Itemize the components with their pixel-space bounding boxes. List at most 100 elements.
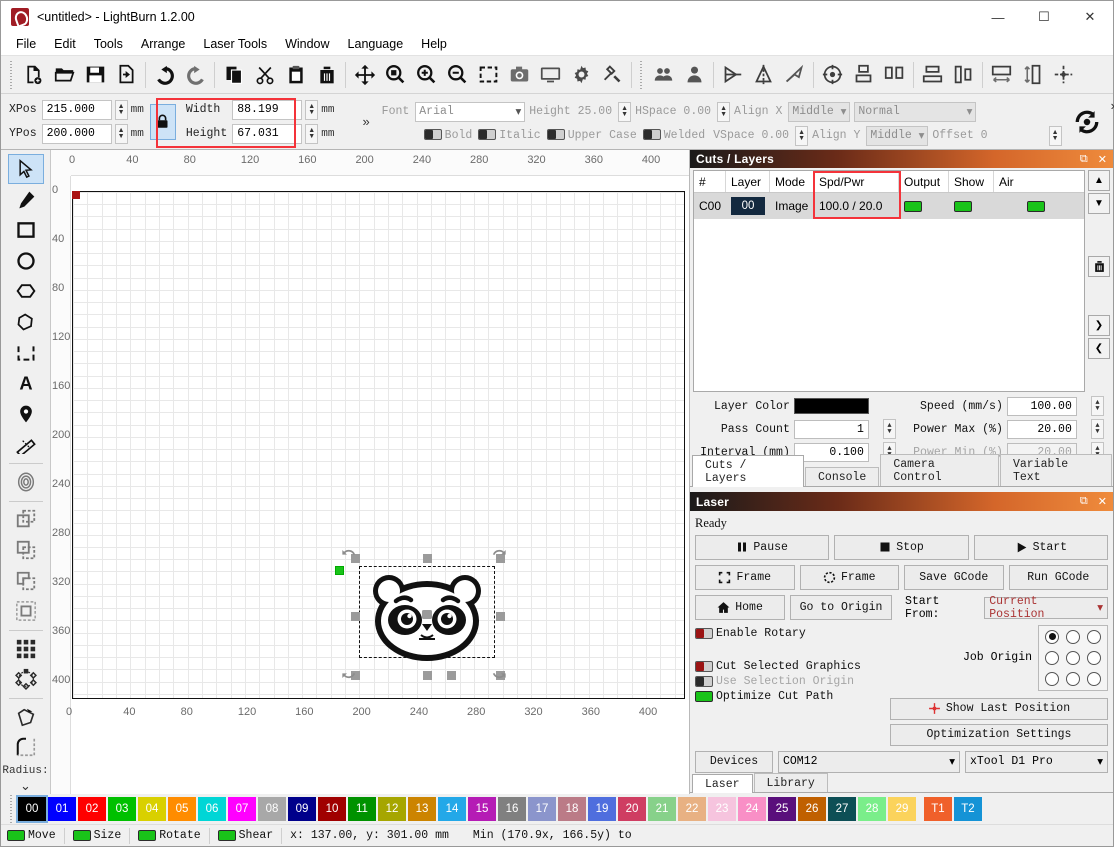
xpos-input[interactable]: 215.000 [41, 99, 112, 120]
zoom-in-icon[interactable] [411, 59, 442, 91]
pause-button[interactable]: Pause [695, 534, 830, 560]
menu-tools[interactable]: Tools [85, 35, 132, 53]
palette-swatch-22[interactable]: 22 [678, 797, 706, 821]
job-origin-top-left[interactable] [1045, 629, 1059, 644]
move-down-icon[interactable]: ▼ [1088, 193, 1110, 215]
palette-swatch-17[interactable]: 17 [528, 797, 556, 821]
italic-toggle[interactable]: Italic [478, 129, 542, 142]
palette-swatch-11[interactable]: 11 [348, 797, 376, 821]
rotate-icon[interactable] [779, 59, 810, 91]
design-canvas[interactable]: 0 40 80 120 160 200 240 280 320 360 400 0 40 80 120 16… [51, 150, 689, 794]
optimization-settings-button[interactable]: Optimization Settings [890, 723, 1108, 746]
distribute-h-icon[interactable] [917, 59, 948, 91]
power-max-spinner[interactable]: ▲ ▼ [1091, 419, 1104, 440]
grid-array-tool[interactable] [8, 634, 44, 664]
menu-laser-tools[interactable]: Laser Tools [194, 35, 276, 53]
enable-rotary-toggle[interactable]: Enable Rotary [695, 627, 890, 640]
job-origin-middle-right[interactable] [1087, 650, 1101, 665]
palette-swatch-00[interactable]: 00 [16, 795, 48, 823]
boolean-tool[interactable] [8, 338, 44, 368]
palette-swatch-28[interactable]: 28 [858, 797, 886, 821]
tab-variable-text[interactable]: Variable Text [999, 454, 1112, 487]
spread-vertical-icon[interactable] [1017, 59, 1048, 91]
closed-shape-tool[interactable] [8, 307, 44, 337]
palette-swatch-09[interactable]: 09 [288, 797, 316, 821]
float-panel-icon[interactable]: ⧉ [1080, 153, 1088, 166]
cut-icon[interactable] [249, 59, 280, 91]
circular-array-tool[interactable] [8, 664, 44, 694]
speed-input[interactable]: 100.00 [1006, 396, 1077, 416]
palette-swatch-10[interactable]: 10 [318, 797, 346, 821]
port-select[interactable]: COM12 ▾ [778, 750, 960, 773]
export-file-icon[interactable] [111, 59, 142, 91]
undo-icon[interactable] [149, 59, 180, 91]
measure-tool[interactable] [8, 429, 44, 459]
power-max-input[interactable]: 20.00 [1006, 419, 1077, 439]
palette-grip[interactable] [8, 795, 15, 823]
palette-swatch-21[interactable]: 21 [648, 797, 676, 821]
close-panel-icon[interactable]: ✕ [1098, 495, 1107, 508]
bold-toggle[interactable]: Bold [423, 129, 475, 142]
settings-gear-icon[interactable] [566, 59, 597, 91]
height-spinner[interactable]: ▲ ▼ [305, 123, 319, 144]
props-expand-button[interactable]: » [356, 114, 375, 129]
align-group-icon[interactable] [848, 59, 879, 91]
selection-handle-s2[interactable] [447, 671, 456, 680]
ellipse-tool[interactable] [8, 246, 44, 276]
palette-swatch-03[interactable]: 03 [108, 797, 136, 821]
paste-icon[interactable] [280, 59, 311, 91]
save-file-icon[interactable] [80, 59, 111, 91]
stop-button[interactable]: Stop [834, 534, 969, 560]
job-origin-bottom-center[interactable] [1066, 671, 1080, 686]
pass-count-spinner[interactable]: ▲ ▼ [883, 419, 896, 440]
ypos-spinner[interactable]: ▲ ▼ [114, 123, 128, 144]
rotate-handle-nw[interactable] [341, 548, 357, 564]
menu-window[interactable]: Window [276, 35, 338, 53]
frame-round-button[interactable]: Frame [799, 564, 899, 590]
tool-palette-more-button[interactable]: ⌄ [20, 779, 31, 794]
palette-swatch-19[interactable]: 19 [588, 797, 616, 821]
align-spread-icon[interactable] [879, 59, 910, 91]
show-last-position-button[interactable]: Show Last Position [890, 697, 1108, 720]
speed-spinner[interactable]: ▲ ▼ [1091, 396, 1104, 417]
menu-edit[interactable]: Edit [45, 35, 85, 53]
menu-arrange[interactable]: Arrange [132, 35, 194, 53]
rotate-handle-ne[interactable] [491, 548, 507, 564]
zoom-out-icon[interactable] [442, 59, 473, 91]
maximize-button[interactable]: ☐ [1021, 1, 1067, 33]
pass-count-input[interactable]: 1 [793, 419, 869, 439]
selection-handle-s[interactable] [423, 671, 432, 680]
tab-console[interactable]: Console [805, 467, 880, 487]
selection-handle-w[interactable] [351, 612, 360, 621]
center-page-icon[interactable] [1048, 59, 1079, 91]
palette-swatch-08[interactable]: 08 [258, 797, 286, 821]
size-toggle[interactable]: Size [72, 829, 121, 842]
palette-swatch-24[interactable]: 24 [738, 797, 766, 821]
camera-icon[interactable] [504, 59, 535, 91]
flip-vertical-icon[interactable] [748, 59, 779, 91]
job-origin-bottom-left[interactable] [1045, 671, 1059, 686]
menu-file[interactable]: File [7, 35, 45, 53]
palette-swatch-12[interactable]: 12 [378, 797, 406, 821]
palette-swatch-23[interactable]: 23 [708, 797, 736, 821]
devices-button[interactable]: Devices [695, 750, 773, 773]
menu-help[interactable]: Help [412, 35, 456, 53]
shear-toggle[interactable]: Shear [217, 829, 273, 842]
select-tool[interactable] [7, 154, 44, 184]
new-file-icon[interactable] [18, 59, 49, 91]
zoom-fit-icon[interactable] [380, 59, 411, 91]
device-select[interactable]: xTool D1 Pro ▾ [965, 750, 1108, 773]
move-toggle[interactable]: Move [7, 829, 56, 842]
device-settings-icon[interactable] [597, 59, 628, 91]
flip-horizontal-icon[interactable] [717, 59, 748, 91]
palette-swatch-14[interactable]: 14 [438, 797, 466, 821]
layer-color-swatch[interactable] [793, 398, 869, 415]
offset-spinner[interactable]: ▲ ▼ [1048, 125, 1062, 146]
delete-layer-icon[interactable] [1088, 256, 1110, 278]
table-row[interactable]: C00 00 Image 100.0 / 20.0 [694, 193, 1084, 220]
rotate-90-icon[interactable] [1069, 102, 1105, 142]
rotate-expand-button[interactable]: » [1105, 98, 1114, 113]
move-up-icon[interactable]: ▲ [1088, 170, 1110, 192]
frame-select-icon[interactable] [473, 59, 504, 91]
palette-swatch-07[interactable]: 07 [228, 797, 256, 821]
